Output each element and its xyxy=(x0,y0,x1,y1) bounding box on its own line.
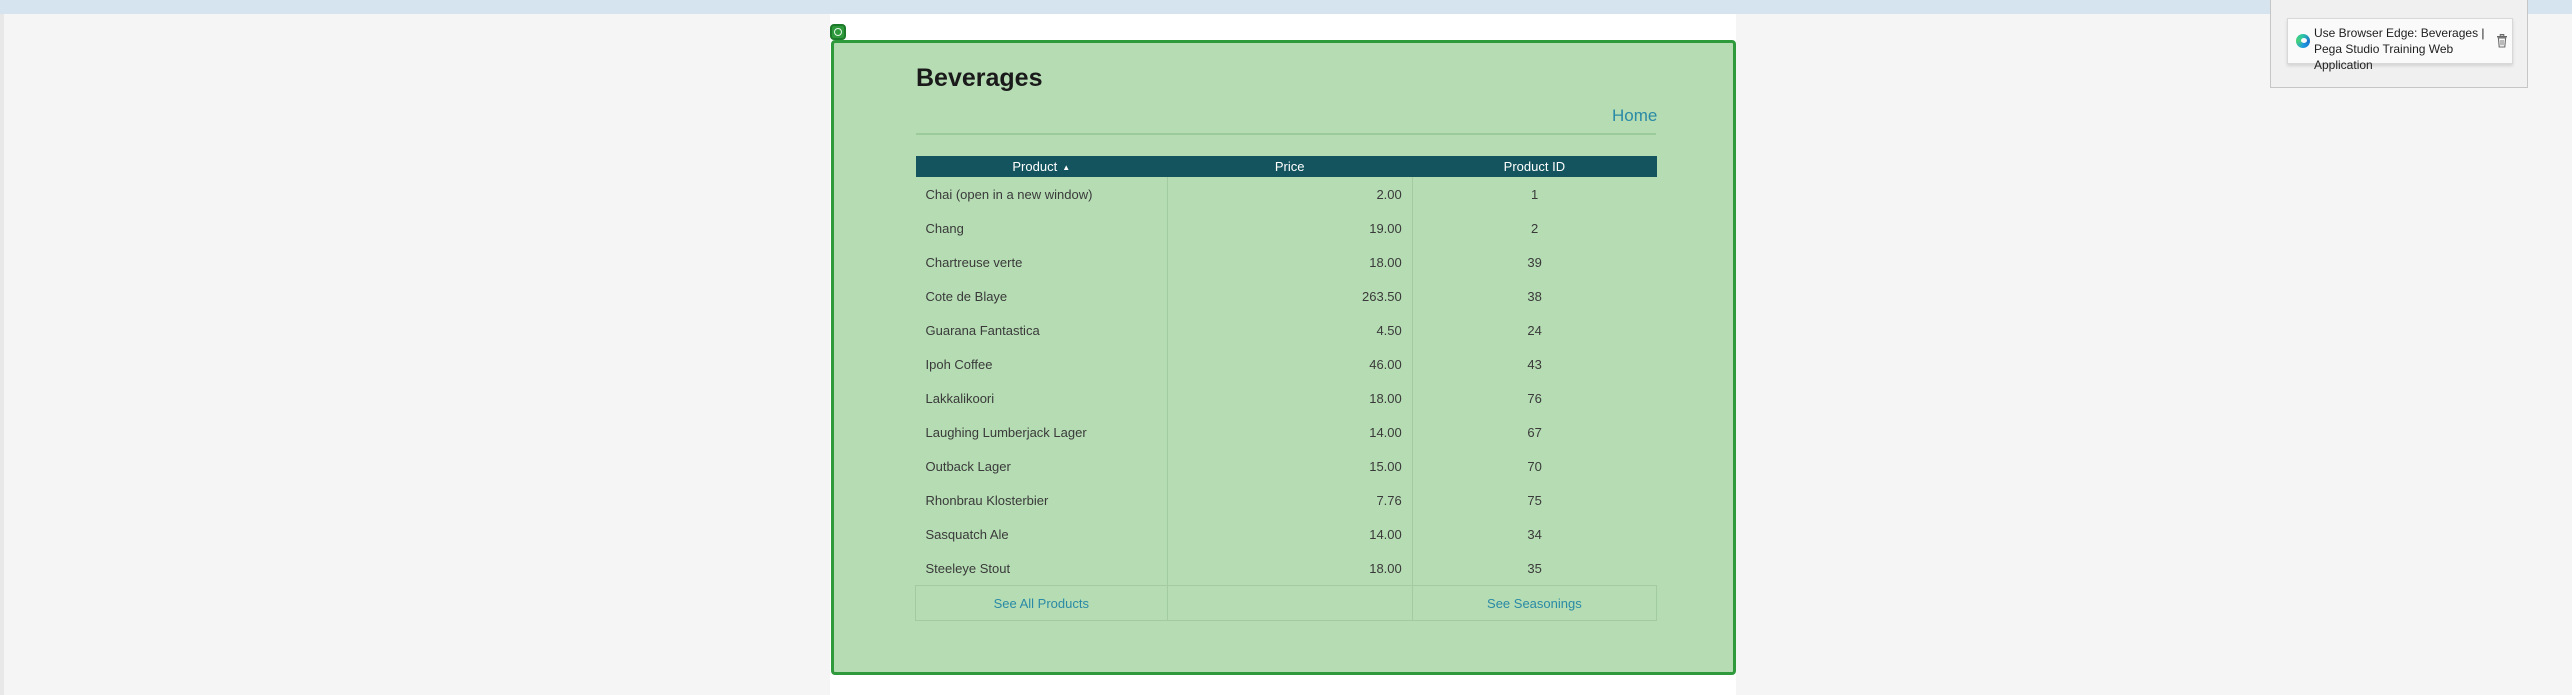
price-cell: 263.50 xyxy=(1167,279,1413,313)
price-cell: 4.50 xyxy=(1167,313,1413,347)
page-title: Beverages xyxy=(916,64,1043,92)
sort-ascending-icon: ▲ xyxy=(1062,163,1071,173)
price-cell: 18.00 xyxy=(1167,551,1413,586)
product-link[interactable]: Ipoh Coffee xyxy=(915,347,1168,381)
product-id-cell: 35 xyxy=(1527,560,1542,576)
trash-icon[interactable] xyxy=(2496,34,2508,48)
product-link[interactable]: Rhonbrau Klosterbier xyxy=(915,483,1168,517)
table-header-row: Product ▲ Price Product ID xyxy=(915,156,1657,177)
edge-browser-icon xyxy=(2296,34,2310,48)
product-link[interactable]: Chartreuse verte xyxy=(915,245,1168,279)
column-header-product[interactable]: Product ▲ xyxy=(915,156,1168,177)
column-header-price[interactable]: Price xyxy=(1167,156,1413,177)
price-cell: 7.76 xyxy=(1167,483,1413,517)
product-link[interactable]: Guarana Fantastica xyxy=(915,313,1168,347)
table-row: Chartreuse verte 18.00 39 xyxy=(915,245,1657,279)
product-id-cell: 34 xyxy=(1527,526,1542,542)
title-divider xyxy=(916,133,1656,135)
product-link[interactable]: Steeleye Stout xyxy=(915,551,1168,586)
table-row: Chai (open in a new window) 2.00 1 xyxy=(915,177,1657,211)
product-id-cell: 70 xyxy=(1527,458,1542,474)
price-cell: 14.00 xyxy=(1167,415,1413,449)
product-id-cell: 43 xyxy=(1527,356,1542,372)
product-id-cell: 76 xyxy=(1527,390,1542,406)
table-row: Steeleye Stout 18.00 35 xyxy=(915,551,1657,586)
table-row: Chang 19.00 2 xyxy=(915,211,1657,245)
column-header-product-id[interactable]: Product ID xyxy=(1412,156,1657,177)
product-link[interactable]: Outback Lager xyxy=(915,449,1168,483)
table-row: Rhonbrau Klosterbier 7.76 75 xyxy=(915,483,1657,517)
table-row: Laughing Lumberjack Lager 14.00 67 xyxy=(915,415,1657,449)
window-edge xyxy=(0,14,4,695)
notification-panel: Use Browser Edge: Beverages | Pega Studi… xyxy=(2270,0,2528,88)
browser-top-bar xyxy=(0,0,2572,14)
table-row: Guarana Fantastica 4.50 24 xyxy=(915,313,1657,347)
product-link[interactable]: Lakkalikoori xyxy=(915,381,1168,415)
product-link[interactable]: Sasquatch Ale xyxy=(915,517,1168,551)
price-cell: 19.00 xyxy=(1167,211,1413,245)
product-id-cell: 67 xyxy=(1527,424,1542,440)
product-id-cell: 75 xyxy=(1527,492,1542,508)
product-link[interactable]: Chang xyxy=(915,211,1168,245)
price-cell: 18.00 xyxy=(1167,245,1413,279)
product-id-cell: 38 xyxy=(1527,288,1542,304)
product-id-cell: 24 xyxy=(1527,322,1542,338)
price-cell: 14.00 xyxy=(1167,517,1413,551)
table-footer-row: See All Products See Seasonings xyxy=(915,585,1658,621)
table-row: Lakkalikoori 18.00 76 xyxy=(915,381,1657,415)
product-link[interactable]: Cote de Blaye xyxy=(915,279,1168,313)
table-row: Outback Lager 15.00 70 xyxy=(915,449,1657,483)
see-all-products-link[interactable]: See All Products xyxy=(915,585,1168,621)
footer-empty-cell xyxy=(1167,585,1413,621)
notification-card[interactable]: Use Browser Edge: Beverages | Pega Studi… xyxy=(2287,18,2513,72)
product-link[interactable]: Chai (open in a new window) xyxy=(915,177,1168,211)
price-cell: 2.00 xyxy=(1167,177,1413,211)
notification-text: Use Browser Edge: Beverages | Pega Studi… xyxy=(2314,26,2485,72)
price-cell: 46.00 xyxy=(1167,347,1413,381)
product-id-cell: 2 xyxy=(1531,220,1539,236)
table-row: Cote de Blaye 263.50 38 xyxy=(915,279,1657,313)
home-link[interactable]: Home xyxy=(1612,106,1657,126)
see-seasonings-link[interactable]: See Seasonings xyxy=(1412,585,1658,621)
selection-handle-icon[interactable] xyxy=(830,24,846,40)
product-id-cell: 1 xyxy=(1531,186,1539,202)
table-row: Ipoh Coffee 46.00 43 xyxy=(915,347,1657,381)
price-cell: 18.00 xyxy=(1167,381,1413,415)
product-link[interactable]: Laughing Lumberjack Lager xyxy=(915,415,1168,449)
price-cell: 15.00 xyxy=(1167,449,1413,483)
product-id-cell: 39 xyxy=(1527,254,1542,270)
table-row: Sasquatch Ale 14.00 34 xyxy=(915,517,1657,551)
column-header-label: Product xyxy=(1012,159,1058,174)
products-table: Product ▲ Price Product ID Chai (open in … xyxy=(915,156,1658,621)
